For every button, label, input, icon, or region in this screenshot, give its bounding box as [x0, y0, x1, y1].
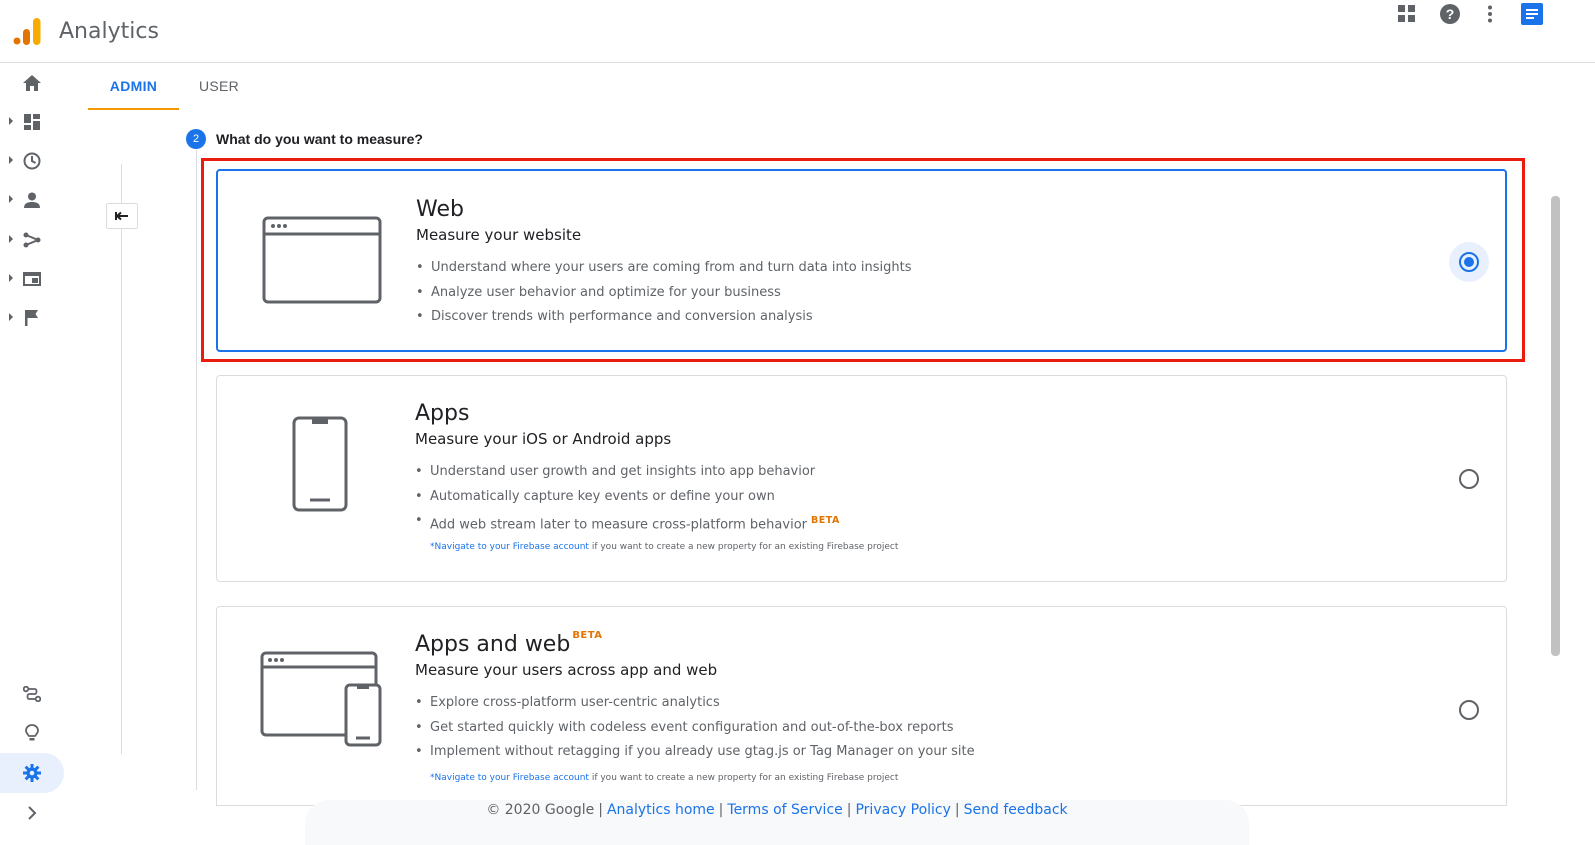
card-bullet-list: Explore cross-platform user-centric anal…: [415, 691, 975, 765]
firebase-note: *Navigate to your Firebase account if yo…: [430, 542, 898, 552]
nav-discover[interactable]: [0, 713, 64, 753]
card-bullet-list: Understand user growth and get insights …: [415, 460, 840, 534]
nav-home[interactable]: [0, 63, 64, 103]
mobile-phone-icon: [292, 416, 348, 512]
firebase-note: *Navigate to your Firebase account if yo…: [430, 773, 898, 783]
tab-admin[interactable]: ADMIN: [88, 78, 179, 110]
copyright: © 2020 Google: [486, 802, 595, 818]
nav-expand[interactable]: [0, 793, 64, 833]
acquisition-icon: [23, 232, 41, 248]
note-text: if you want to create a new property for…: [588, 773, 899, 783]
tab-user[interactable]: USER: [184, 78, 254, 110]
nav-admin[interactable]: [0, 753, 64, 793]
beta-badge: BETA: [811, 515, 840, 526]
attribution-icon: [23, 686, 41, 702]
footer-separator: |: [846, 802, 852, 818]
caret-right-icon: [9, 117, 13, 125]
column-divider: [121, 164, 122, 754]
behavior-icon: [23, 272, 41, 286]
caret-right-icon: [9, 313, 13, 321]
discover-icon: [25, 724, 39, 741]
expand-icon: [28, 806, 37, 820]
list-item: Implement without retagging if you alrea…: [415, 740, 975, 765]
list-item-text: Add web stream later to measure cross-pl…: [430, 517, 807, 533]
more-vert-icon[interactable]: [1476, 0, 1504, 28]
nav-conversions[interactable]: [0, 298, 64, 338]
list-item: Explore cross-platform user-centric anal…: [415, 691, 975, 716]
account-icon[interactable]: [1518, 0, 1546, 28]
firebase-account-link[interactable]: *Navigate to your Firebase account: [430, 542, 589, 552]
card-title: Apps and web: [415, 632, 571, 657]
footer-separator: |: [718, 802, 724, 818]
nav-realtime[interactable]: [0, 141, 64, 181]
realtime-icon: [23, 152, 41, 170]
collapse-panel-button[interactable]: [106, 203, 138, 229]
audience-icon: [24, 192, 40, 208]
list-item: Add web stream later to measure cross-pl…: [415, 509, 840, 534]
caret-right-icon: [9, 274, 13, 282]
conversions-icon: [25, 310, 38, 326]
caret-right-icon: [9, 235, 13, 243]
scrollbar-thumb[interactable]: [1551, 196, 1560, 656]
radio-apps-and-web[interactable]: [1459, 700, 1479, 720]
radio-apps[interactable]: [1459, 469, 1479, 489]
analytics-home-link[interactable]: Analytics home: [607, 802, 715, 845]
selection-highlight-box: [201, 158, 1525, 362]
list-item: Automatically capture key events or defi…: [415, 485, 840, 510]
footer-separator: |: [598, 802, 603, 818]
admin-gear-icon: [23, 764, 41, 782]
nav-attribution[interactable]: [0, 674, 64, 714]
note-text: if you want to create a new property for…: [588, 542, 899, 552]
browser-and-phone-icon: [260, 651, 382, 747]
arrow-back-icon: [115, 211, 128, 221]
nav-acquisition[interactable]: [0, 220, 64, 260]
list-item: Understand user growth and get insights …: [415, 460, 840, 485]
stepper-line: [196, 150, 197, 790]
option-card-apps[interactable]: Apps Measure your iOS or Android apps Un…: [216, 375, 1507, 582]
card-subtitle: Measure your iOS or Android apps: [415, 430, 672, 448]
nav-behavior[interactable]: [0, 259, 64, 299]
page-footer: © 2020 Google | Analytics home | Terms o…: [305, 800, 1249, 845]
card-title-row: Apps and web BETA: [415, 630, 603, 657]
top-app-bar: Analytics ?: [0, 0, 1595, 63]
step-number-badge: 2: [186, 129, 206, 149]
beta-badge: BETA: [572, 630, 603, 641]
caret-right-icon: [9, 156, 13, 164]
left-nav-rail: [0, 63, 64, 845]
analytics-logo-icon[interactable]: [12, 16, 42, 46]
card-subtitle: Measure your users across app and web: [415, 661, 718, 679]
help-icon[interactable]: ?: [1436, 0, 1464, 28]
privacy-policy-link[interactable]: Privacy Policy: [855, 802, 950, 845]
list-item: Get started quickly with codeless event …: [415, 716, 975, 741]
app-title: Analytics: [59, 19, 159, 44]
nav-audience[interactable]: [0, 180, 64, 220]
card-title: Apps: [415, 401, 470, 426]
terms-of-service-link[interactable]: Terms of Service: [727, 802, 842, 845]
home-icon: [23, 75, 41, 91]
customization-icon: [24, 114, 40, 130]
apps-grid-icon[interactable]: [1393, 0, 1421, 28]
svg-text:?: ?: [1446, 6, 1455, 22]
send-feedback-link[interactable]: Send feedback: [964, 802, 1068, 845]
nav-customization[interactable]: [0, 102, 64, 142]
firebase-account-link[interactable]: *Navigate to your Firebase account: [430, 773, 589, 783]
caret-right-icon: [9, 195, 13, 203]
option-card-apps-and-web[interactable]: Apps and web BETA Measure your users acro…: [216, 606, 1507, 806]
footer-separator: |: [954, 802, 960, 818]
step-title: What do you want to measure?: [216, 131, 423, 147]
